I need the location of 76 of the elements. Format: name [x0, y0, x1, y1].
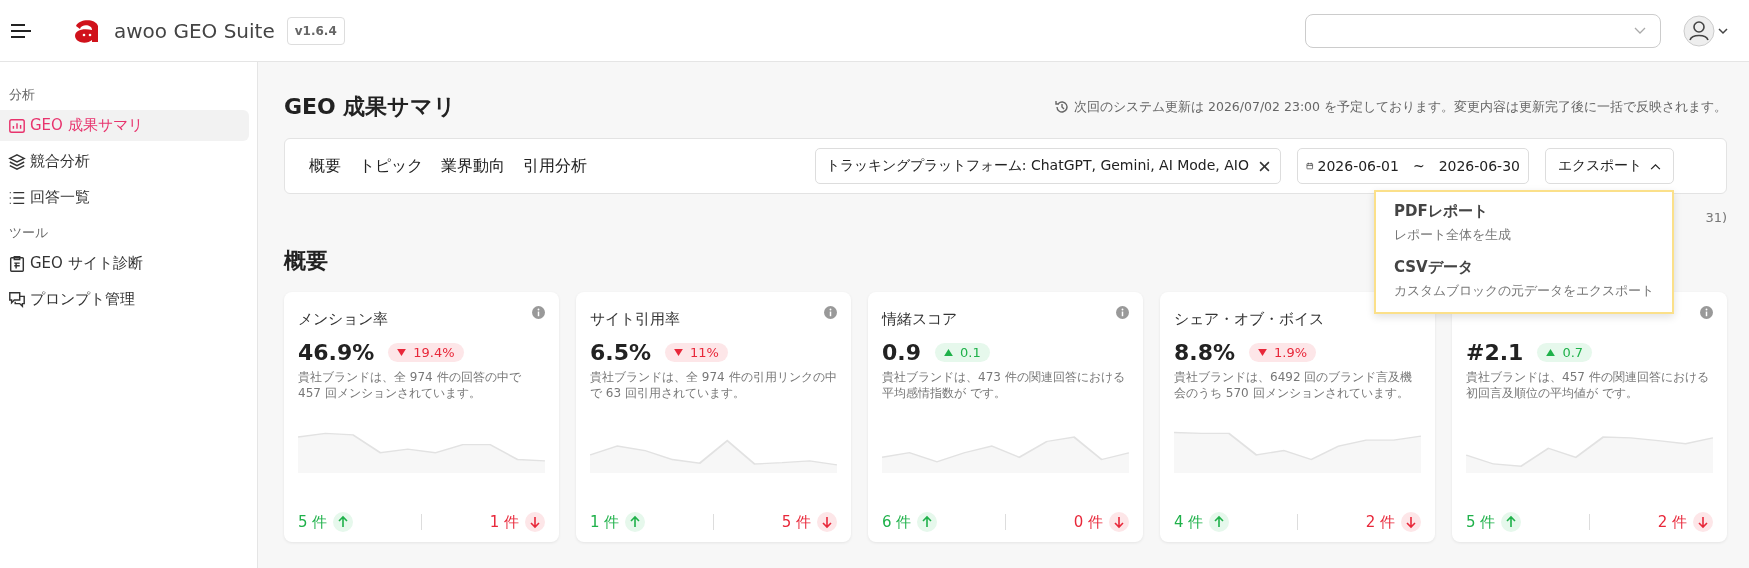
export-button[interactable]: エクスポート — [1545, 148, 1674, 184]
decrease-count: 0 件 — [1073, 512, 1103, 532]
user-avatar-icon[interactable] — [1683, 14, 1731, 47]
card-title: シェア・オブ・ボイス — [1174, 310, 1325, 329]
metric-description: 貴社ブランドは、473 件の関連回答における平均感情指数が です。 — [882, 369, 1126, 403]
arrow-up-icon — [625, 512, 646, 532]
arrow-up-icon — [1501, 512, 1522, 532]
menu-item[interactable]: PDFレポート レポート全体を生成 — [1376, 196, 1672, 252]
decrease-count: 5 件 — [781, 512, 811, 532]
arrow-down-icon — [1401, 512, 1421, 532]
update-notice: 次回のシステム更新は 2026/07/02 23:00 を予定しております。変更内容は更新完了後に一括で反映されます。 — [1074, 98, 1727, 116]
increase-count: 6 件 — [882, 512, 912, 532]
card-title: 情緒スコア — [882, 310, 958, 329]
info-icon[interactable] — [1116, 306, 1129, 319]
sidebar-section-label: 分析 — [8, 86, 36, 104]
increase-count: 1 件 — [590, 512, 620, 532]
chevron-down-icon — [1634, 26, 1646, 35]
metric-description: 貴社ブランドは、6492 回のブランド言及機会のうち 570 回メンションされています。 — [1174, 369, 1414, 403]
sidebar-item[interactable]: GEO 成果サマリ — [0, 110, 249, 141]
increase-count: 5 件 — [1466, 512, 1496, 532]
change-badge: 0.7 — [1537, 343, 1593, 362]
change-badge: 0.1 — [935, 343, 990, 362]
section-title: 概要 — [284, 247, 328, 275]
info-icon[interactable] — [1700, 306, 1713, 319]
date-range-field[interactable]: 2026-06-01 ~ 2026-06-30 — [1297, 148, 1529, 184]
chat-icon — [8, 290, 26, 309]
increase-count: 5 件 — [298, 512, 328, 532]
history-icon — [1054, 99, 1070, 115]
bar-chart-icon — [8, 116, 26, 135]
platform-filter[interactable]: トラッキングプラットフォーム: ChatGPT, Gemini, AI Mode, AIO — [814, 148, 1281, 184]
tab[interactable]: 業界動向 — [441, 155, 505, 177]
card-title: メンション率 — [298, 310, 389, 329]
metric-description: 貴社ブランドは、457 件の関連回答における初回言及順位の平均値が です。 — [1466, 369, 1710, 403]
arrow-up-icon — [333, 512, 354, 532]
metric-value: 46.9% — [298, 340, 375, 365]
decrease-count: 2 件 — [1657, 512, 1687, 532]
close-icon[interactable] — [1259, 160, 1270, 172]
metric-description: 貴社ブランドは、全 974 件の引用リンクの中で 63 回引用されています。 — [590, 369, 837, 403]
arrow-down-icon — [817, 512, 837, 532]
sidebar-item[interactable]: GEO サイト診断 — [0, 248, 249, 279]
tab[interactable]: トピック — [359, 155, 423, 177]
info-icon[interactable] — [532, 306, 545, 319]
arrow-down-icon — [1693, 512, 1713, 532]
layers-icon — [8, 152, 26, 171]
change-badge: 1.9% — [1249, 343, 1317, 362]
sidebar-section-label: ツール — [8, 224, 49, 242]
page-title: GEO 成果サマリ — [284, 93, 458, 121]
period-note: 31) — [1705, 210, 1727, 226]
change-badge: 19.4% — [388, 343, 464, 362]
card-title: サイト引用率 — [590, 310, 681, 329]
sidebar-item[interactable]: プロンプト管理 — [0, 284, 249, 315]
metric-value: #2.1 — [1466, 340, 1524, 365]
app-name: awoo GEO Suite — [114, 18, 275, 43]
decrease-count: 2 件 — [1365, 512, 1395, 532]
arrow-down-icon — [525, 512, 545, 532]
arrow-up-icon — [1209, 512, 1230, 532]
version-badge: v1.6.4 — [286, 16, 345, 45]
arrow-up-icon — [917, 512, 938, 532]
sidebar-item[interactable]: 競合分析 — [0, 146, 249, 177]
chevron-up-icon — [1650, 162, 1661, 170]
clipboard-icon — [8, 254, 26, 273]
tab[interactable]: 引用分析 — [523, 155, 587, 177]
menu-item[interactable]: CSVデータ カスタムブロックの元データをエクスポート — [1376, 252, 1672, 308]
header-select[interactable] — [1305, 13, 1661, 48]
decrease-count: 1 件 — [489, 512, 519, 532]
change-badge: 11% — [665, 343, 728, 362]
info-icon[interactable] — [824, 306, 837, 319]
increase-count: 4 件 — [1174, 512, 1204, 532]
tab[interactable]: 概要 — [309, 155, 341, 177]
arrow-down-icon — [1109, 512, 1129, 532]
metric-value: 0.9 — [882, 340, 921, 365]
metric-value: 6.5% — [590, 340, 651, 365]
metric-value: 8.8% — [1174, 340, 1235, 365]
sidebar-item[interactable]: 回答一覧 — [0, 182, 249, 213]
menu-icon[interactable] — [10, 22, 32, 39]
metric-description: 貴社ブランドは、全 974 件の回答の中で 457 回メンションされています。 — [298, 369, 522, 403]
